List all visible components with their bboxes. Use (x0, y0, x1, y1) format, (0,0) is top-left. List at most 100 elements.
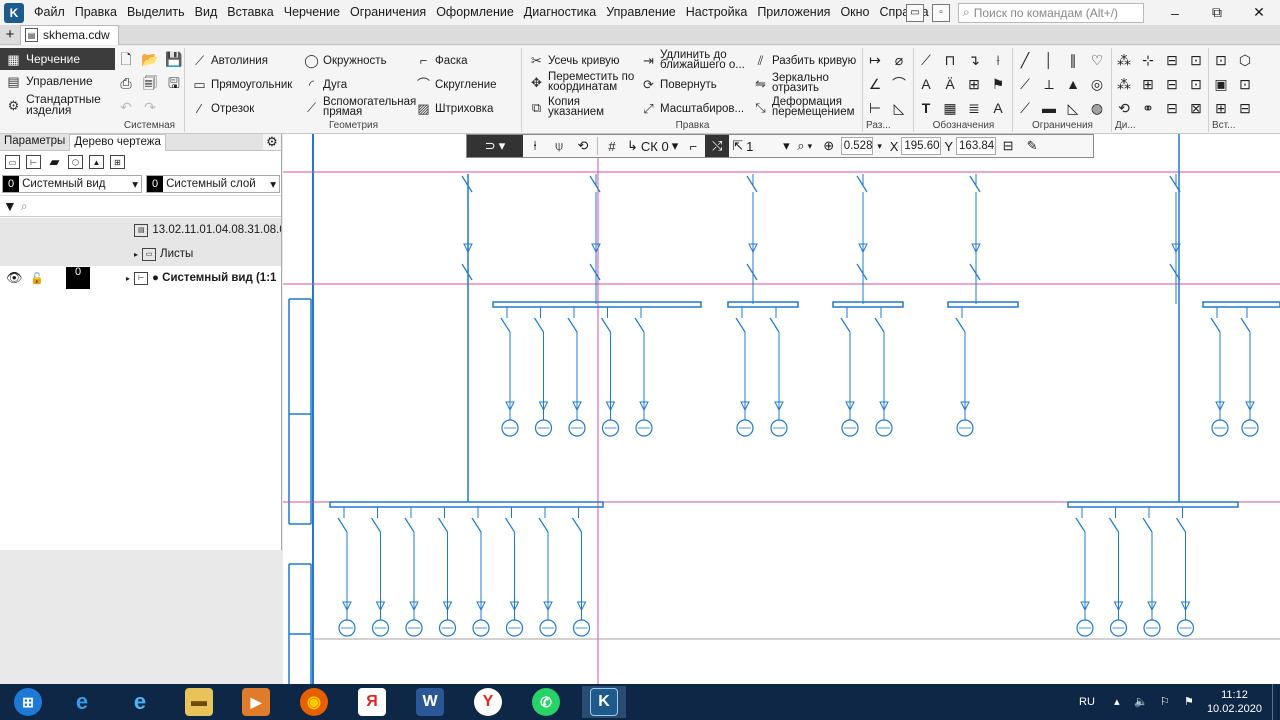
taskbar-yandex-browser[interactable]: Я (350, 686, 394, 718)
diag-eq-icon[interactable]: ⊟ (1163, 51, 1181, 69)
taskbar-kompas[interactable]: K (582, 686, 626, 718)
rectangle-button[interactable]: ▭ Прямоугольник (192, 77, 292, 92)
document-tab[interactable]: ▤ skhema.cdw (20, 24, 119, 45)
menu-file[interactable]: Файл (29, 0, 70, 25)
split-curve-button[interactable]: ⫽ Разбить кривую (753, 53, 857, 68)
round-icon[interactable]: ⤭ (705, 135, 730, 157)
constraint-symmetric-icon[interactable]: ⟋ (1016, 99, 1034, 117)
preview-icon[interactable]: 🗐 (141, 74, 159, 92)
layer-select[interactable]: 0 Системный слой ▾ (146, 175, 280, 193)
fillet-button[interactable]: ⌒ Скругление (416, 77, 497, 92)
tab-parameters[interactable]: Параметры (0, 134, 69, 151)
dimension-break-icon[interactable]: ⊢ (866, 99, 884, 117)
table-icon[interactable]: ▦ (941, 99, 959, 117)
constraint-fix-icon[interactable]: ▲ (1064, 75, 1082, 93)
properties-icon[interactable]: ⊟ (996, 135, 1020, 157)
menu-window[interactable]: Окно (835, 0, 874, 25)
segment-button[interactable]: ⁄ Отрезок (192, 101, 254, 116)
base-icon[interactable]: ⊓ (941, 51, 959, 69)
sound-icon[interactable]: 🔈 (1134, 695, 1148, 709)
undo-icon[interactable]: ↶ (117, 98, 135, 116)
diag-loop-icon[interactable]: ⁂ (1115, 75, 1133, 93)
open-file-icon[interactable]: 📂 (141, 50, 159, 68)
diag-link-icon[interactable]: ⚭ (1139, 99, 1157, 117)
deform-button[interactable]: ⤡ Деформация перемещением (753, 96, 858, 118)
tree-report-icon[interactable]: ⊞ (110, 155, 125, 169)
autoline-button[interactable]: ⟋ Автолиния (192, 53, 268, 68)
menu-insert[interactable]: Вставка (222, 0, 278, 25)
mode-standard-parts[interactable]: ⚙ Стандартные изделия (0, 92, 115, 118)
new-tab-icon[interactable]: + (0, 26, 20, 43)
diag-degree-icon[interactable]: ⊡ (1187, 51, 1205, 69)
taskbar-ie[interactable]: e (118, 686, 162, 718)
redo-icon[interactable]: ↷ (141, 98, 159, 116)
menu-management[interactable]: Управление (601, 0, 681, 25)
dimension-angle-icon[interactable]: ∠ (866, 75, 884, 93)
maximize-icon[interactable]: ⧉ (1196, 4, 1238, 21)
taskbar-word[interactable]: W (408, 686, 452, 718)
constraint-tangent-icon[interactable]: ♡ (1088, 51, 1106, 69)
constraint-horizontal-icon[interactable]: ╱ (1016, 51, 1034, 69)
start-button[interactable]: ⊞ (4, 686, 52, 718)
aux-line-button[interactable]: ⟋ Вспомогательная прямая (304, 96, 416, 118)
drawing-canvas[interactable] (283, 134, 1280, 684)
extend-button[interactable]: ⇥ Удлинить до ближайшего о... (641, 49, 746, 71)
menu-apps[interactable]: Приложения (752, 0, 835, 25)
constraint-vertical-icon[interactable]: │ (1040, 51, 1058, 69)
constraint-equal-icon[interactable]: ▬ (1040, 99, 1058, 117)
diag-move-icon[interactable]: ⟲ (1115, 99, 1133, 117)
section-icon[interactable]: ⟊ (989, 51, 1007, 69)
diag-grid-icon[interactable]: ⊞ (1139, 75, 1157, 93)
insert-object-icon[interactable]: ⊡ (1236, 75, 1254, 93)
tree-view-row[interactable]: 👁 🔓 0 ▸ ⊢ ● Системный вид (1:1 (0, 266, 281, 290)
zoom-dropdown-icon[interactable]: ▾ (873, 135, 887, 157)
constraint-show-icon[interactable]: ◍ (1088, 99, 1106, 117)
menu-edit[interactable]: Правка (70, 0, 122, 25)
constraint-parallel-icon[interactable]: ∥ (1064, 51, 1082, 69)
position-icon[interactable]: Ä (941, 75, 959, 93)
tab-drawing-tree[interactable]: Дерево чертежа (69, 134, 166, 151)
grid-icon[interactable]: # (600, 135, 624, 157)
restore-panel-icon[interactable]: ▫ (932, 3, 950, 22)
diag-check-icon[interactable]: ⊹ (1139, 51, 1157, 69)
layout-window-icon[interactable]: ▭ (906, 3, 924, 22)
lock-icon[interactable]: 🔓 (26, 272, 66, 285)
mode-drawing[interactable]: ▦ Черчение (0, 48, 115, 70)
mark-icon[interactable]: ⚑ (989, 75, 1007, 93)
dimension-linear-icon[interactable]: ↦ (866, 51, 884, 69)
insert-fragment-icon[interactable]: ⬡ (1236, 51, 1254, 69)
tree-sheet-icon[interactable]: ▰ (47, 154, 62, 169)
menu-select[interactable]: Выделить (122, 0, 190, 25)
language-indicator[interactable]: RU (1079, 696, 1095, 708)
eye-icon[interactable]: 👁 (6, 270, 26, 286)
text-icon[interactable]: T (917, 99, 935, 117)
menu-settings[interactable]: Настройка (681, 0, 753, 25)
step-select[interactable]: ⇱ 1 ▾ (729, 135, 792, 157)
new-file-icon[interactable]: 🗋 (117, 50, 135, 68)
insert-view-icon[interactable]: ⊡ (1212, 51, 1230, 69)
constraint-perp-icon[interactable]: ⟂ (1040, 75, 1058, 93)
constraint-concentric-icon[interactable]: ◎ (1088, 75, 1106, 93)
diag-points-icon[interactable]: ⁂ (1115, 51, 1133, 69)
cut-line-icon[interactable]: ↴ (965, 51, 983, 69)
filter-icon[interactable]: ▼ (3, 198, 17, 214)
tree-group-icon[interactable]: ⬡ (68, 155, 83, 169)
snap-rotate-icon[interactable]: ⟲ (571, 135, 595, 157)
menu-constraints[interactable]: Ограничения (345, 0, 431, 25)
tree-doc-row[interactable]: ▤ 13.02.11.01.04.08.31.08.00 (0, 218, 281, 242)
roughness-icon[interactable]: A (917, 75, 935, 93)
taskbar-explorer[interactable]: ▬ (177, 686, 221, 718)
zoom-options-button[interactable]: ⌕ ▾ (793, 135, 817, 157)
chamfer-button[interactable]: ⌐ Фаска (416, 53, 468, 68)
taskbar-yandex[interactable]: Y (466, 686, 510, 718)
save-as-icon[interactable]: 🖫 (165, 74, 183, 92)
insert-image-icon[interactable]: ▣ (1212, 75, 1230, 93)
constraint-collinear-icon[interactable]: ⟋ (1016, 75, 1034, 93)
taskbar-firefox[interactable]: ◉ (292, 686, 336, 718)
diag-area-icon[interactable]: ⊟ (1163, 99, 1181, 117)
mirror-button[interactable]: ⇋ Зеркально отразить (753, 72, 836, 94)
dimension-diameter-icon[interactable]: ⌀ (890, 51, 908, 69)
show-desktop-button[interactable] (1272, 684, 1280, 720)
kompas-logo-icon[interactable]: K (4, 2, 24, 23)
diag-dist-icon[interactable]: ⊟ (1163, 75, 1181, 93)
